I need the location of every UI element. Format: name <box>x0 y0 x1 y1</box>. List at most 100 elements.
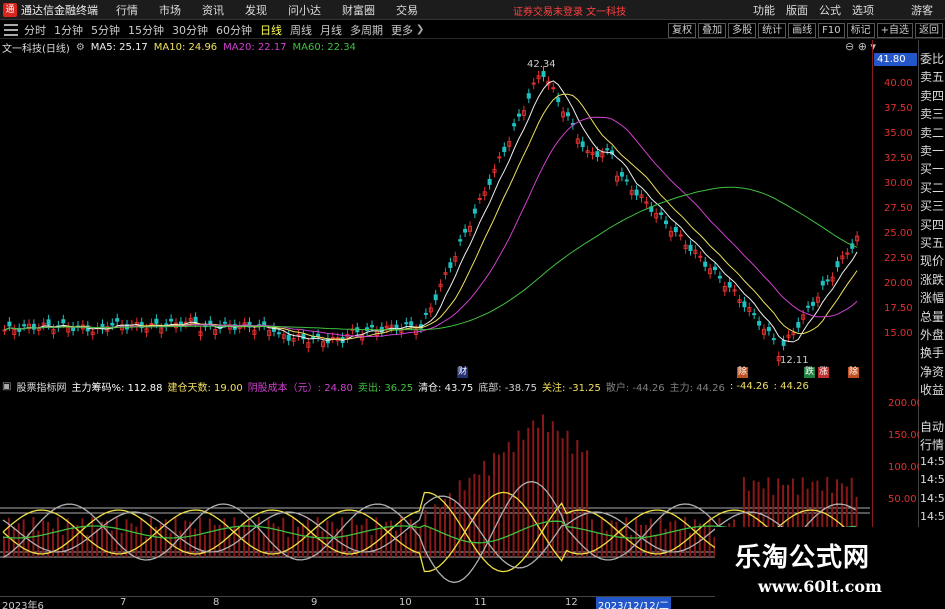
hamburger-menu-icon[interactable] <box>4 23 18 36</box>
layout-button[interactable]: 版面 <box>786 2 808 18</box>
guest-button[interactable]: 游客 <box>911 2 933 18</box>
side-panel-item[interactable]: 涨跌 <box>920 271 945 288</box>
stats-button[interactable]: 统计 <box>758 22 787 38</box>
indicator-icon[interactable]: ▣ <box>2 381 11 392</box>
candle-body <box>316 333 321 338</box>
side-panel-item[interactable]: 14:50 <box>920 473 945 486</box>
add-watchlist-button[interactable]: +自选 <box>876 22 913 38</box>
side-panel-item[interactable]: 外盘 <box>920 326 945 343</box>
extra-value-1: : -44.26 <box>729 381 769 392</box>
app-title: 通达信金融终端 <box>21 3 98 17</box>
period-30min[interactable]: 30分钟 <box>172 22 208 38</box>
side-panel-item[interactable]: 买一 <box>920 160 945 177</box>
volume-bar <box>497 454 500 557</box>
period-60min[interactable]: 60分钟 <box>216 22 252 38</box>
zoom-in-icon[interactable]: ⊕ <box>858 40 867 53</box>
period-monthly[interactable]: 月线 <box>320 22 342 38</box>
side-panel-item[interactable]: 自动 <box>920 418 945 435</box>
candle-body <box>698 255 703 258</box>
candle-body <box>433 294 438 301</box>
formula-button[interactable]: 公式 <box>819 2 841 18</box>
volume-bar <box>615 521 618 557</box>
price-tick-label: 27.50 <box>884 203 913 214</box>
side-panel-item[interactable]: 行情 <box>920 436 945 453</box>
candle-body <box>713 266 717 271</box>
period-15min[interactable]: 15分钟 <box>128 22 164 38</box>
menu-news[interactable]: 资讯 <box>202 2 224 18</box>
volume-bar <box>66 518 69 557</box>
date-label: 12 <box>565 597 578 608</box>
side-panel-item[interactable]: 涨幅 <box>920 289 945 306</box>
menu-quotes[interactable]: 行情 <box>116 2 138 18</box>
candlestick-chart[interactable] <box>0 54 872 376</box>
side-panel-item[interactable]: 卖四 <box>920 87 945 104</box>
period-more[interactable]: 更多 <box>391 22 413 38</box>
side-panel-item[interactable]: 现价 <box>920 252 945 269</box>
f10-button[interactable]: F10 <box>818 22 845 38</box>
volume-bar <box>532 420 535 557</box>
finance-badge[interactable]: 财 <box>457 367 469 378</box>
zoom-out-icon[interactable]: ⊖ <box>845 40 854 53</box>
candle-body <box>502 146 507 153</box>
side-panel-item[interactable]: 买二 <box>920 179 945 196</box>
side-panel-item[interactable]: 卖二 <box>920 124 945 141</box>
volume-bar <box>708 517 711 557</box>
ex-right-badge-1[interactable]: 除 <box>737 367 749 378</box>
side-panel-item[interactable]: 14:50 <box>920 510 945 523</box>
chevron-right-icon[interactable]: ❯ <box>416 24 424 35</box>
period-weekly[interactable]: 周线 <box>290 22 312 38</box>
side-panel-item[interactable]: 买四 <box>920 216 945 233</box>
current-price-tag: 41.80 <box>874 53 917 66</box>
price-tick-label: 25.00 <box>884 228 913 239</box>
period-toolbar: 分时 1分钟 5分钟 15分钟 30分钟 60分钟 日线 周线 月线 多周期 更… <box>0 21 945 39</box>
side-panel-item[interactable]: 收益 <box>920 381 945 398</box>
volume-bar <box>512 451 515 557</box>
candle-body <box>276 332 281 335</box>
ex-right-badge-2[interactable]: 除 <box>848 367 860 378</box>
volume-bar <box>395 530 397 557</box>
menu-ask[interactable]: 问小达 <box>288 2 321 18</box>
price-tick-label: 30.00 <box>884 178 913 189</box>
rise-badge[interactable]: 涨 <box>818 367 830 378</box>
title-bar: 通 通达信金融终端 行情 市场 资讯 发现 问小达 财富圈 交易 证券交易未登录… <box>0 0 945 20</box>
candle-body <box>717 275 722 279</box>
side-panel-item[interactable]: 卖一 <box>920 142 945 159</box>
period-daily[interactable]: 日线 <box>260 22 282 38</box>
side-panel-item[interactable]: 14:50 <box>920 492 945 505</box>
menu-wealth[interactable]: 财富圈 <box>342 2 375 18</box>
mark-button[interactable]: 标记 <box>846 22 875 38</box>
menu-discover[interactable]: 发现 <box>245 2 267 18</box>
candle-body <box>806 305 811 308</box>
overlay-button[interactable]: 叠加 <box>698 22 727 38</box>
side-panel-item[interactable]: 净资 <box>920 363 945 380</box>
side-panel-item[interactable]: 总量 <box>920 308 945 325</box>
multi-stock-button[interactable]: 多股 <box>728 22 757 38</box>
login-notice[interactable]: 证券交易未登录 文一科技 <box>513 3 626 18</box>
period-timeshare[interactable]: 分时 <box>24 22 46 38</box>
candle-body <box>149 322 154 325</box>
menu-trade[interactable]: 交易 <box>396 2 418 18</box>
gear-icon[interactable]: ⚙ <box>76 42 85 53</box>
side-panel-item[interactable]: 买五 <box>920 234 945 251</box>
side-panel-item[interactable]: 14:50 <box>920 455 945 468</box>
candle-body <box>551 87 556 90</box>
draw-line-button[interactable]: 画线 <box>788 22 817 38</box>
candle-body <box>727 282 732 288</box>
watermark-title: 乐淘公式网 <box>735 543 871 573</box>
side-panel-item[interactable]: 卖三 <box>920 105 945 122</box>
period-5min[interactable]: 5分钟 <box>91 22 120 38</box>
back-button[interactable]: 返回 <box>915 22 943 38</box>
fall-badge[interactable]: 跌 <box>804 367 816 378</box>
side-panel-item[interactable]: 委比 <box>920 50 945 67</box>
candle-body <box>595 151 600 157</box>
period-multi[interactable]: 多周期 <box>350 22 383 38</box>
period-1min[interactable]: 1分钟 <box>54 22 83 38</box>
menu-market[interactable]: 市场 <box>159 2 181 18</box>
side-panel-item[interactable]: 换手 <box>920 344 945 361</box>
restore-rights-button[interactable]: 复权 <box>668 22 697 38</box>
function-button[interactable]: 功能 <box>753 2 775 18</box>
candle-body <box>472 208 477 214</box>
options-button[interactable]: 选项 <box>852 2 874 18</box>
side-panel-item[interactable]: 买三 <box>920 197 945 214</box>
side-panel-item[interactable]: 卖五 <box>920 68 945 85</box>
